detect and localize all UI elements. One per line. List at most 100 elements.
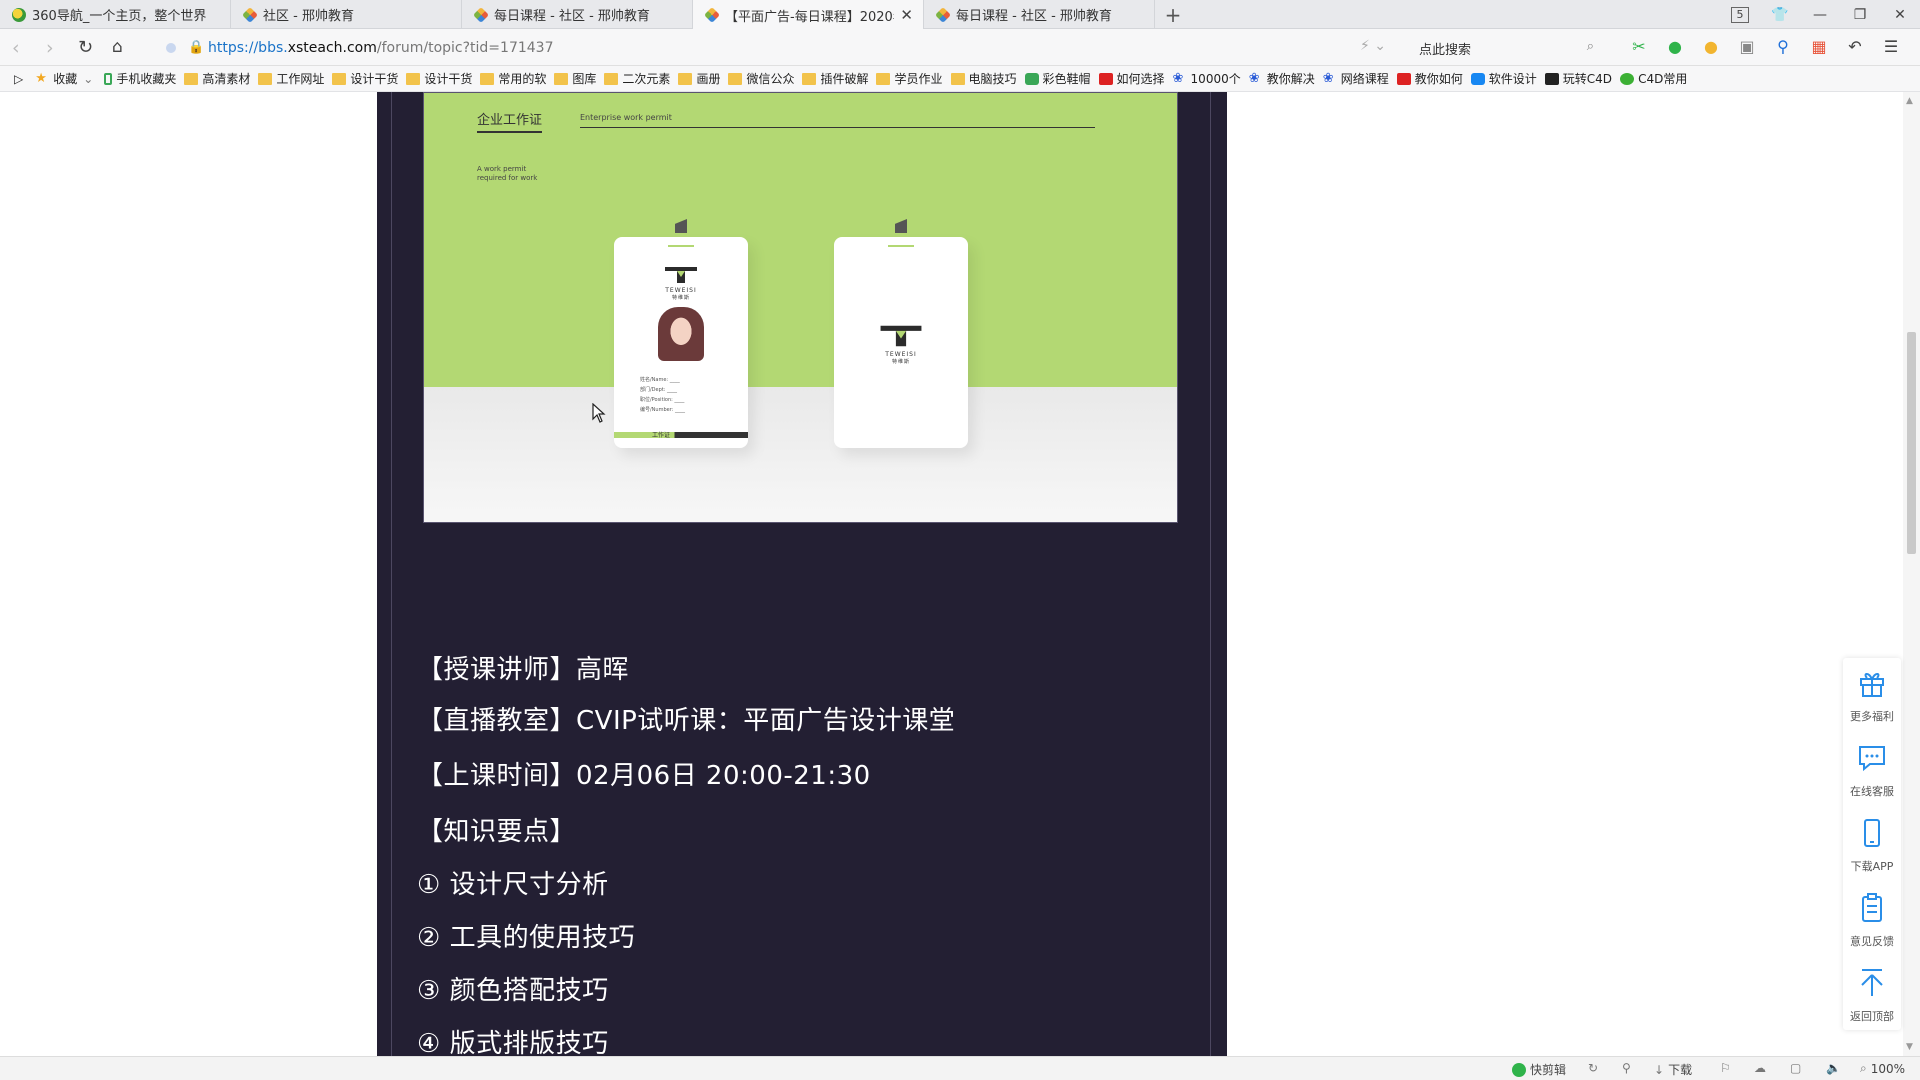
- menu-icon[interactable]: ☰: [1880, 37, 1902, 56]
- new-tab-button[interactable]: +: [1155, 0, 1191, 29]
- translate-icon[interactable]: ●: [1664, 37, 1686, 56]
- restore-icon[interactable]: ❐: [1840, 7, 1880, 23]
- scroll-down-icon[interactable]: ▼: [1906, 1042, 1913, 1052]
- bookmark-item[interactable]: 玩转C4D: [1544, 70, 1612, 87]
- tab-community[interactable]: 社区 - 邢帅教育: [231, 0, 462, 29]
- download-app-button[interactable]: 下载APP: [1843, 810, 1901, 884]
- mockup-note: A work permit required for work: [477, 165, 538, 182]
- back-to-top-button[interactable]: 返回顶部: [1843, 960, 1901, 1034]
- window-icon[interactable]: ▢: [1790, 1061, 1801, 1075]
- feedback-button[interactable]: 意见反馈: [1843, 885, 1901, 959]
- bookmark-item[interactable]: C4D常用: [1620, 70, 1687, 87]
- site-icon: [242, 6, 258, 23]
- tab-active-topic[interactable]: 【平面广告-每日课程】2020年2 ✕: [693, 0, 924, 30]
- sidebar-toggle-icon[interactable]: ▷: [14, 72, 23, 86]
- bookmark-item[interactable]: 教你如何: [1396, 70, 1463, 87]
- online-service-button[interactable]: 在线客服: [1843, 735, 1901, 809]
- speaker-icon[interactable]: 🔈: [1826, 1061, 1841, 1075]
- bookmark-item[interactable]: 图库: [554, 70, 596, 87]
- bookmark-item[interactable]: 手机收藏夹: [101, 70, 176, 87]
- lock-icon: 🔒: [188, 39, 205, 55]
- search-icon[interactable]: ⌕: [1587, 39, 1594, 54]
- lightning-icon[interactable]: ⚡ ⌄: [1360, 38, 1386, 54]
- online-service-label: 在线客服: [1850, 785, 1894, 798]
- instructor-line: 【授课讲师】高晖: [417, 655, 630, 685]
- folder-icon: [802, 72, 817, 85]
- window-count-badge[interactable]: 5: [1731, 6, 1749, 23]
- close-window-icon[interactable]: ✕: [1880, 7, 1920, 23]
- bookmark-item[interactable]: 二次元素: [604, 70, 670, 87]
- cloud-icon[interactable]: ☁: [1754, 1061, 1766, 1075]
- teweisi-logo-icon: [880, 325, 922, 347]
- scissors-icon[interactable]: ✂: [1628, 37, 1650, 56]
- bookmark-item[interactable]: 设计干货: [332, 70, 398, 87]
- feedback-label: 意见反馈: [1850, 935, 1894, 948]
- apps-icon[interactable]: ▦: [1808, 37, 1830, 56]
- bookmark-item[interactable]: 画册: [678, 70, 720, 87]
- schedule-line: 【上课时间】02月06日 20:00-21:30: [417, 761, 871, 791]
- search-input[interactable]: 点此搜索: [1419, 43, 1471, 58]
- tab-360-home[interactable]: 360导航_一个主页，整个世界: [0, 0, 231, 29]
- magnifier-icon[interactable]: ⚲: [1772, 37, 1794, 56]
- undo-icon[interactable]: ↶: [1844, 37, 1866, 56]
- page-scrollbar[interactable]: ▲ ▼: [1903, 92, 1920, 1056]
- folder-icon: [406, 72, 421, 85]
- bookmark-item[interactable]: 微信公众: [728, 70, 794, 87]
- bookmark-item[interactable]: 常用的软: [480, 70, 546, 87]
- badge-card-front: TEWEISI 特维斯 姓名/Name: ____ 部门/Dept: ____ …: [614, 219, 748, 448]
- work-permit-mockup-image: 企业工作证 Enterprise work permit A work perm…: [423, 92, 1178, 523]
- bookmark-item[interactable]: 高清素材: [184, 70, 250, 87]
- coin-icon[interactable]: ●: [1700, 37, 1722, 56]
- paw-icon: ❀: [1172, 70, 1184, 86]
- tab-daily-course[interactable]: 每日课程 - 社区 - 邢帅教育: [462, 0, 693, 29]
- bookmark-item[interactable]: 工作网址: [258, 70, 324, 87]
- close-tab-icon[interactable]: ✕: [900, 6, 913, 24]
- mockup-floor: [424, 387, 1177, 522]
- folder-icon: [604, 72, 619, 85]
- divider: [391, 92, 392, 1056]
- home-icon[interactable]: ⌂: [112, 37, 123, 57]
- bookmark-item[interactable]: 软件设计: [1470, 70, 1537, 87]
- badge-slot: [668, 245, 694, 247]
- mobile-icon: [1864, 819, 1880, 847]
- bookmark-item[interactable]: ❀ 网络课程: [1323, 70, 1389, 87]
- chat-icon: [1859, 746, 1885, 772]
- url-scheme: https://bbs.: [208, 39, 288, 56]
- bookmark-item[interactable]: 如何选择: [1098, 70, 1165, 87]
- scroll-thumb[interactable]: [1907, 332, 1916, 554]
- back-icon[interactable]: ‹: [12, 37, 20, 59]
- play-icon: [1512, 1062, 1526, 1077]
- more-benefits-button[interactable]: 更多福利: [1843, 660, 1901, 734]
- image-icon[interactable]: ▣: [1736, 37, 1758, 56]
- bookmark-item[interactable]: ❀ 10000个: [1173, 70, 1241, 87]
- kuaijianji-button[interactable]: 快剪辑: [1512, 1061, 1566, 1078]
- reload-icon[interactable]: ↻: [78, 37, 93, 58]
- avatar: [658, 307, 704, 361]
- folder-icon: [950, 72, 965, 85]
- mockup-green-backdrop: [424, 93, 1177, 387]
- flag-icon[interactable]: ⚐: [1720, 1061, 1731, 1075]
- search-box[interactable]: 点此搜索 ⌕: [1409, 34, 1604, 61]
- pin-icon[interactable]: ⚲: [1622, 1061, 1631, 1075]
- bookmark-item[interactable]: 学员作业: [876, 70, 943, 87]
- toolbar-extensions: ✂ ● ● ▣ ⚲ ▦ ↶ ☰: [1628, 37, 1902, 56]
- bookmark-item[interactable]: 设计干货: [406, 70, 472, 87]
- minimize-icon[interactable]: —: [1800, 7, 1840, 23]
- mockup-subtitle: Enterprise work permit: [580, 113, 1095, 128]
- scroll-up-icon[interactable]: ▲: [1906, 96, 1913, 106]
- bookmark-item[interactable]: 插件破解: [802, 70, 868, 87]
- bookmark-item[interactable]: 彩色鞋帽: [1024, 70, 1091, 87]
- address-bar[interactable]: 🔒 https://bbs. xsteach.com/forum/topic?ti…: [166, 34, 1386, 61]
- bookmark-item[interactable]: ★ 收藏 ⌄: [35, 70, 93, 87]
- folder-icon: [332, 72, 347, 85]
- folder-icon: [184, 72, 199, 85]
- refresh-status-icon[interactable]: ↻: [1588, 1061, 1598, 1075]
- bookmark-item[interactable]: ❀ 教你解决: [1249, 70, 1315, 87]
- forward-icon[interactable]: ›: [46, 37, 54, 59]
- download-button[interactable]: ↓ 下载: [1654, 1061, 1692, 1078]
- tab-daily-course-2[interactable]: 每日课程 - 社区 - 邢帅教育: [924, 0, 1155, 29]
- bookmark-item[interactable]: 电脑技巧: [950, 70, 1017, 87]
- download-app-label: 下载APP: [1850, 860, 1894, 873]
- shirt-icon[interactable]: 👕: [1760, 7, 1800, 23]
- zoom-control[interactable]: ⌕ 100%: [1860, 1061, 1905, 1076]
